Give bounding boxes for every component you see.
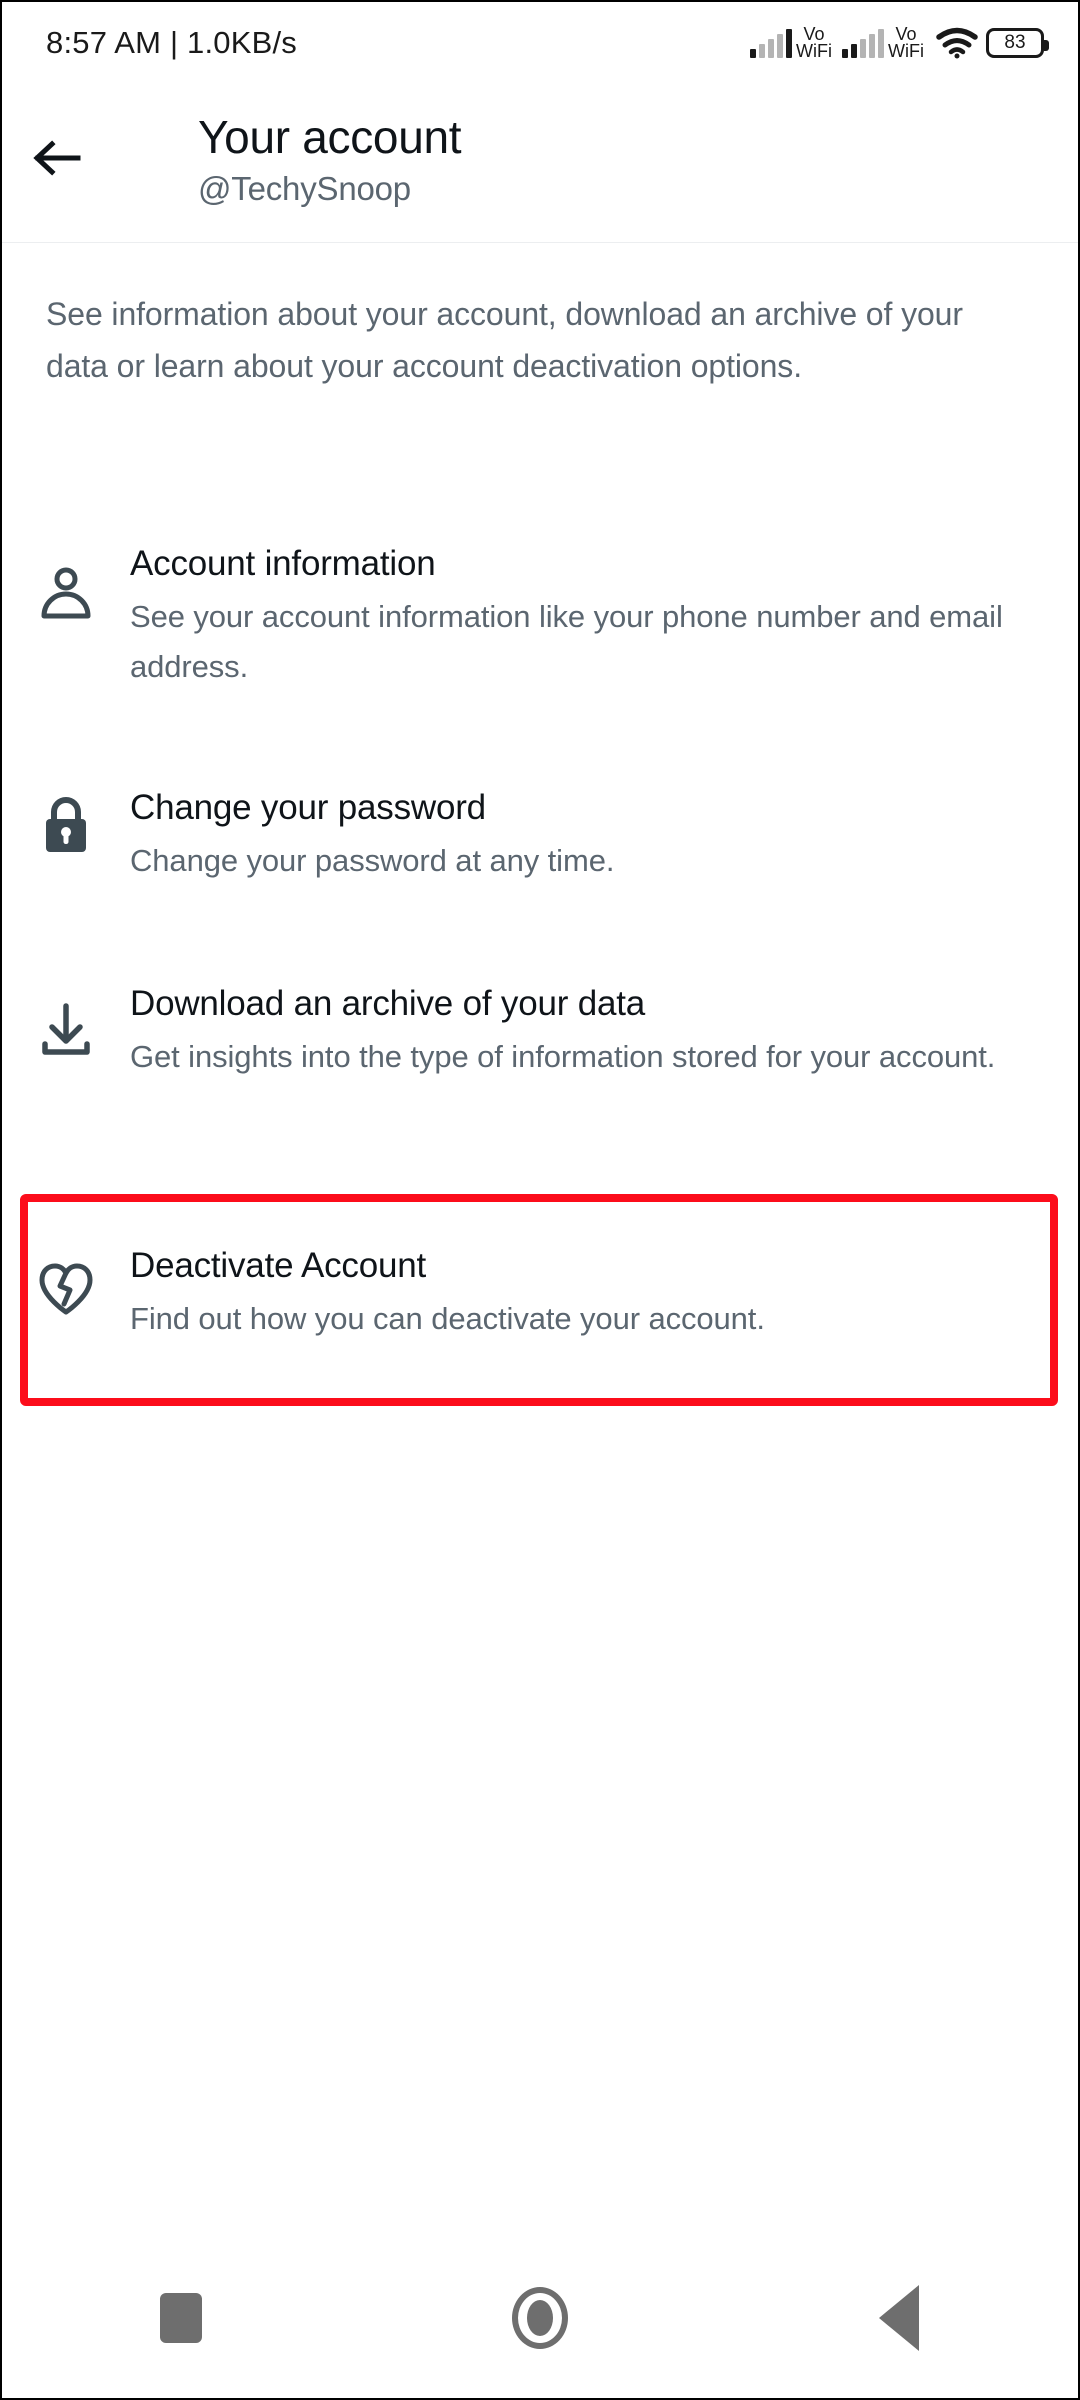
battery-level-text: 83: [1004, 32, 1026, 53]
person-icon: [2, 540, 130, 624]
signal-bar: [842, 49, 849, 58]
back-button[interactable]: [20, 122, 92, 194]
triangle-back-icon[interactable]: [839, 2258, 959, 2378]
android-navigation-bar: [2, 2238, 1078, 2398]
battery-indicator: 83: [986, 28, 1049, 58]
list-item-change-password[interactable]: Change your password Change your passwor…: [2, 784, 1078, 886]
signal-bar: [878, 29, 885, 58]
vowifi-line2: WiFi: [888, 41, 924, 61]
app-header: Your account @TechySnoop: [2, 84, 1078, 242]
list-item-title: Deactivate Account: [130, 1246, 427, 1285]
signal-bar: [750, 49, 757, 58]
list-item-subtitle: Get insights into the type of informatio…: [130, 1039, 996, 1074]
list-item-deactivate-account[interactable]: Deactivate Account Find out how you can …: [2, 1242, 1078, 1344]
signal-bar: [786, 29, 793, 58]
signal-bar: [860, 39, 867, 58]
signal-bar: [869, 34, 876, 58]
list-item-download-archive[interactable]: Download an archive of your data Get ins…: [2, 980, 1078, 1082]
signal-bar: [768, 39, 775, 58]
status-icons: Vo WiFi Vo WiFi 83: [750, 21, 1049, 65]
vowifi-line2: WiFi: [796, 41, 833, 61]
signal-bars-sim2: [842, 28, 885, 58]
vowifi-label-sim1: Vo WiFi: [796, 25, 833, 61]
list-item-subtitle: Change your password at any time.: [130, 843, 615, 878]
list-item-text: Change your password Change your passwor…: [130, 784, 1078, 886]
list-item-text: Download an archive of your data Get ins…: [130, 980, 1078, 1082]
signal-bar: [851, 44, 858, 58]
home-circle-shape: [511, 2287, 568, 2349]
circle-home-icon[interactable]: [480, 2258, 600, 2378]
recents-square-shape: [160, 2293, 203, 2343]
broken-heart-icon: [2, 1242, 130, 1318]
wifi-icon: [936, 27, 978, 59]
signal-bar: [777, 34, 784, 58]
list-item-subtitle: See your account information like your p…: [130, 599, 1003, 684]
list-item-title: Change your password: [130, 788, 486, 827]
square-recents-icon[interactable]: [121, 2258, 241, 2378]
list-item-text: Account information See your account inf…: [130, 540, 1078, 692]
list-item-title: Account information: [130, 544, 436, 583]
status-bar: 8:57 AM | 1.0KB/s Vo WiFi Vo WiFi 83: [2, 2, 1078, 84]
vowifi-label-sim2: Vo WiFi: [888, 25, 924, 61]
lock-icon: [2, 784, 130, 856]
signal-bars-sim1: [750, 28, 793, 58]
download-icon: [2, 980, 130, 1060]
signal-bar: [759, 44, 766, 58]
account-handle: @TechySnoop: [198, 170, 411, 207]
status-time-and-network-speed: 8:57 AM | 1.0KB/s: [46, 25, 297, 60]
page-title: Your account: [198, 111, 462, 163]
list-item-title: Download an archive of your data: [130, 984, 646, 1023]
header-divider: [2, 242, 1078, 243]
back-triangle-shape: [878, 2285, 919, 2351]
list-item-account-information[interactable]: Account information See your account inf…: [2, 540, 1078, 692]
list-item-text: Deactivate Account Find out how you can …: [130, 1242, 1078, 1344]
page-description: See information about your account, down…: [46, 296, 963, 384]
list-item-subtitle: Find out how you can deactivate your acc…: [130, 1301, 765, 1336]
phone-screen: 8:57 AM | 1.0KB/s Vo WiFi Vo WiFi 83 You…: [0, 0, 1080, 2400]
back-arrow-icon: [33, 140, 81, 176]
